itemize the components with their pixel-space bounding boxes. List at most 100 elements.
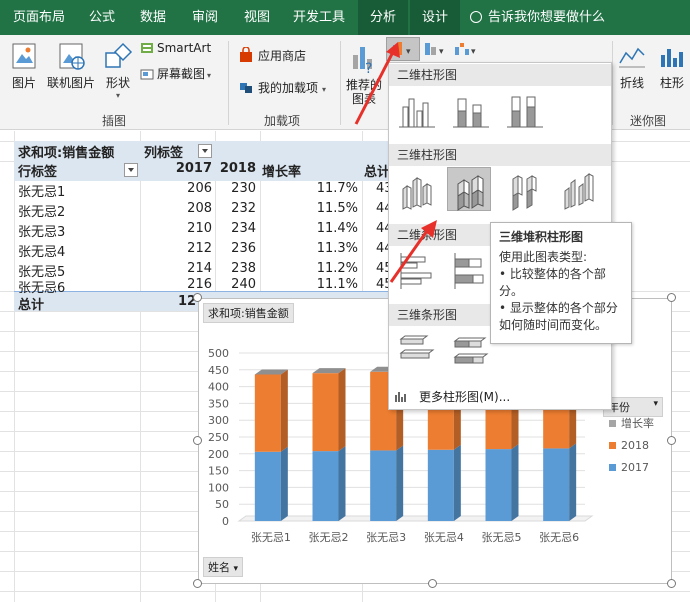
sparkline-column-button[interactable]: 柱形 [654, 41, 690, 91]
stacked-column-option[interactable] [449, 89, 493, 133]
y-tick-label: 100 [208, 481, 229, 494]
pivot-grand-total-label: 总计 [18, 298, 45, 313]
resize-handle[interactable] [193, 293, 202, 302]
col-label-filter-button[interactable] [198, 144, 212, 158]
x-tick-label: 张无忌5 [482, 531, 522, 544]
pivot-row-name: 张无忌3 [18, 225, 66, 240]
x-tick-label: 张无忌3 [366, 531, 406, 544]
shapes-button[interactable]: 形状 ▾ [100, 41, 136, 100]
3d-stacked-100-column-option[interactable] [503, 169, 547, 213]
pivot-cell-2018: 238 [231, 261, 256, 276]
pivot-row-label[interactable]: 行标签 [18, 161, 57, 180]
hierarchy-chart-button[interactable]: ▾ [422, 39, 450, 62]
pivot-cell-2018: 236 [231, 241, 256, 256]
tab-page-layout[interactable]: 页面布局 [0, 0, 78, 35]
chart-axis-field-button[interactable]: 姓名 ▾ [203, 557, 244, 577]
online-picture-icon [59, 43, 85, 70]
resize-handle[interactable] [428, 579, 437, 588]
sparkline-column-icon [661, 49, 683, 67]
3d-stacked-column-option[interactable] [447, 167, 491, 211]
chart-floor [237, 515, 594, 522]
tab-view[interactable]: 视图 [234, 0, 280, 35]
pivot-cell-2018: 234 [231, 221, 256, 236]
resize-handle[interactable] [667, 579, 676, 588]
pivot-cell-2018: 230 [231, 181, 256, 196]
stacked-100-column-icon [507, 96, 543, 128]
pivot-growth-header: 增长率 [262, 165, 302, 180]
x-tick-label: 张无忌6 [539, 531, 579, 544]
tab-design[interactable]: 设计 [410, 0, 460, 35]
resize-handle[interactable] [193, 579, 202, 588]
picture-icon [12, 43, 36, 69]
tell-me-search[interactable]: 告诉我你想要做什么 [470, 0, 605, 35]
bar-side [280, 369, 288, 452]
3d-column-option[interactable] [557, 169, 601, 213]
tab-formulas[interactable]: 公式 [80, 0, 124, 35]
chart-type-tooltip: 三维堆积柱形图 使用此图表类型: • 比较整体的各个部分。 • 显示整体的各个部… [490, 222, 632, 344]
tooltip-title: 三维堆积柱形图 [499, 230, 584, 244]
bar-side [338, 368, 346, 452]
tab-analyze[interactable]: 分析 [358, 0, 408, 35]
chevron-down-icon: ▾ [207, 71, 212, 80]
svg-text:▾: ▾ [471, 47, 476, 57]
more-column-charts-button[interactable]: 更多柱形图(M)... [393, 387, 607, 407]
sparkline-line-button[interactable]: 折线 [614, 41, 650, 91]
resize-handle[interactable] [193, 436, 202, 445]
bar-side [338, 446, 346, 521]
waterfall-chart-button[interactable]: ▾ [452, 39, 480, 62]
3d-clustered-bar-option[interactable] [395, 329, 439, 373]
screenshot-button[interactable]: 屏幕截图 ▾ [140, 65, 230, 82]
tooltip-bullet: • 显示整体的各个部分如何随时间而变化。 [499, 301, 618, 332]
pivot-total-header: 总计 [364, 165, 391, 180]
resize-handle[interactable] [667, 436, 676, 445]
smartart-button[interactable]: SmartArt [140, 41, 220, 55]
store-button[interactable]: 应用商店 [238, 46, 348, 64]
pivot-year-2018: 2018 [219, 161, 256, 176]
pivot-cell-2017: 212 [187, 241, 212, 256]
tooltip-bullet: • 比较整体的各个部分。 [499, 267, 606, 298]
stacked-bar-icon [454, 253, 484, 289]
chart-legend-field-button[interactable]: 年份 ▾ [603, 397, 663, 417]
picture-label: 图片 [11, 76, 36, 90]
smartart-icon [141, 43, 153, 53]
y-tick-label: 200 [208, 448, 229, 461]
3d-clustered-column-option[interactable] [395, 169, 439, 213]
chevron-down-icon: ▾ [653, 399, 658, 409]
y-tick-label: 500 [208, 347, 229, 360]
bar-side [453, 444, 461, 521]
pivot-row-name: 张无忌2 [18, 205, 66, 220]
pivot-cell-2017: 210 [187, 221, 212, 236]
bar-segment [312, 451, 339, 521]
row-label-filter-button[interactable] [124, 163, 138, 177]
my-addins-label: 我的加载项 [258, 81, 319, 95]
hierarchy-chart-icon: ▾ [425, 43, 444, 57]
bar-segment [312, 373, 339, 452]
resize-handle[interactable] [667, 293, 676, 302]
chevron-down-icon: ▾ [115, 91, 120, 100]
group-separator [228, 41, 229, 125]
screenshot-label: 屏幕截图 [157, 67, 206, 81]
stacked-bar-option[interactable] [449, 249, 493, 293]
legend-label: 增长率 [621, 416, 654, 430]
y-tick-label: 450 [208, 364, 229, 377]
tell-me-label: 告诉我你想要做什么 [488, 10, 606, 25]
legend-swatch [609, 464, 616, 471]
shapes-icon [105, 42, 133, 68]
x-tick-label: 张无忌2 [309, 531, 349, 544]
tab-data[interactable]: 数据 [130, 0, 176, 35]
bar-segment [543, 448, 570, 521]
picture-button[interactable]: 图片 [6, 41, 42, 91]
3d-stacked-bar-option[interactable] [449, 329, 493, 373]
gridline [0, 591, 690, 592]
tab-review[interactable]: 审阅 [182, 0, 228, 35]
bar-segment [254, 451, 281, 521]
group-separator [612, 41, 613, 125]
pivot-cell-2017: 214 [187, 261, 212, 276]
tab-developer[interactable]: 开发工具 [286, 0, 352, 35]
online-picture-button[interactable]: 联机图片 [44, 41, 98, 91]
sparkline-line-icon [619, 47, 645, 68]
stacked-column-icon [453, 98, 489, 128]
stacked-100-column-option[interactable] [503, 89, 547, 133]
3d-stacked-100-column-icon [512, 175, 537, 211]
pivot-col-label[interactable]: 列标签 [144, 142, 183, 161]
